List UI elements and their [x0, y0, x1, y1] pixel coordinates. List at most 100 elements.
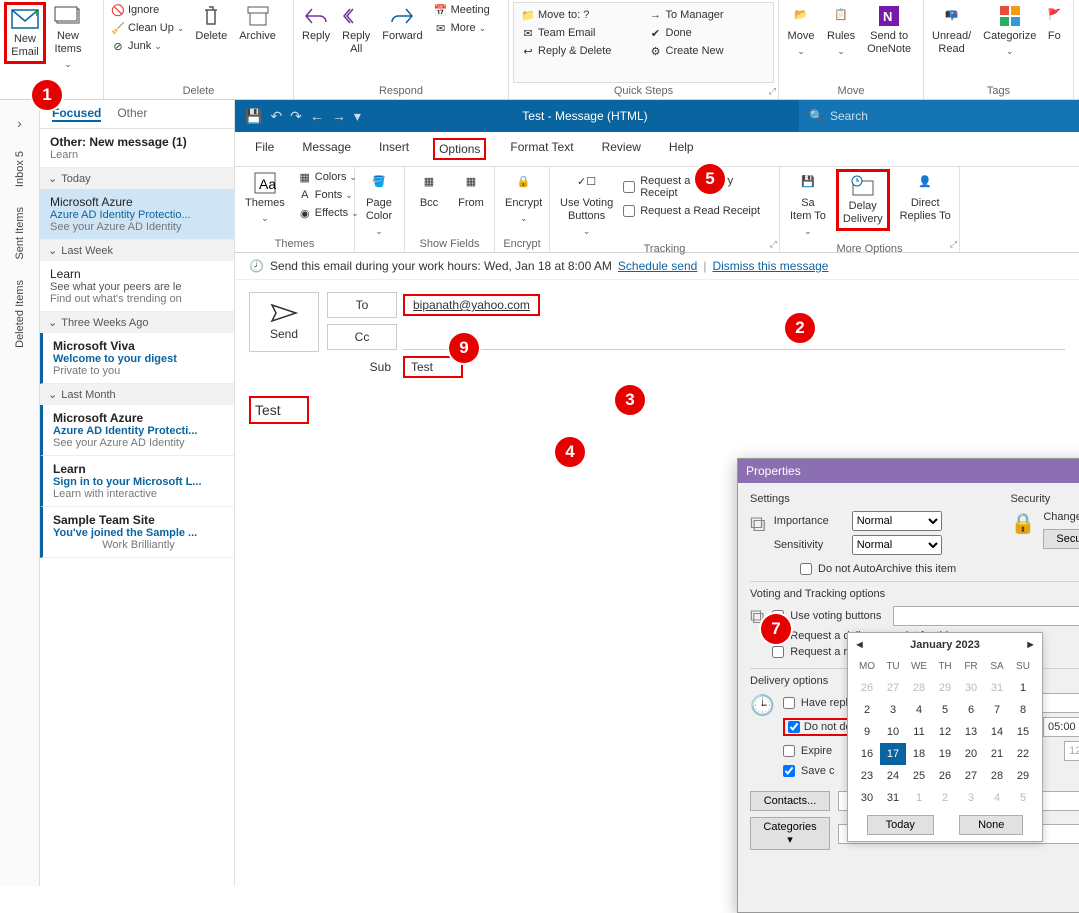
importance-select[interactable]: Normal	[852, 511, 942, 531]
to-recipient[interactable]: bipanath@yahoo.com	[409, 296, 534, 314]
colors-button[interactable]: ▦Colors	[295, 169, 362, 185]
calendar-day[interactable]: 3	[880, 699, 906, 721]
new-email-button[interactable]: + New Email	[4, 2, 46, 64]
calendar-day[interactable]: 5	[932, 699, 958, 721]
section-threeweeks[interactable]: ⌄Three Weeks Ago	[40, 312, 234, 333]
tab-options[interactable]: Options	[433, 138, 486, 160]
autoarchive-checkbox[interactable]	[800, 563, 812, 575]
none-button[interactable]: None	[959, 815, 1023, 835]
calendar-day[interactable]: 10	[880, 721, 906, 743]
calendar-day[interactable]: 31	[984, 677, 1010, 699]
encrypt-button[interactable]: 🔒Encrypt	[501, 169, 546, 227]
calendar-day[interactable]: 18	[906, 743, 932, 765]
list-item[interactable]: Microsoft AzureAzure AD Identity Protect…	[40, 189, 234, 240]
calendar-day[interactable]: 1	[906, 787, 932, 809]
other-inbox-banner[interactable]: Other: New message (1) Learn	[40, 129, 234, 168]
calendar-day[interactable]: 27	[880, 677, 906, 699]
have-replies-checkbox[interactable]	[783, 697, 795, 709]
reply-all-button[interactable]: Reply All	[338, 2, 374, 58]
followup-button[interactable]: 🚩Fo	[1044, 2, 1064, 45]
junk-button[interactable]: ⊘Junk	[108, 38, 187, 54]
calendar-day[interactable]: 25	[906, 765, 932, 787]
redo-icon[interactable]: ↷	[290, 108, 302, 125]
ignore-button[interactable]: 🚫Ignore	[108, 2, 187, 18]
calendar-day[interactable]: 7	[984, 699, 1010, 721]
qs-team-email[interactable]: ✉Team Email	[518, 25, 642, 41]
message-body[interactable]: Test	[249, 396, 309, 424]
read-receipt-checkbox[interactable]: Request a Read Receipt	[623, 205, 773, 217]
calendar-day[interactable]: 2	[932, 787, 958, 809]
calendar-day[interactable]: 5	[1010, 787, 1036, 809]
meeting-button[interactable]: 📅Meeting	[431, 2, 493, 18]
delay-delivery-button[interactable]: Delay Delivery	[836, 169, 890, 231]
cleanup-button[interactable]: 🧹Clean Up	[108, 20, 187, 36]
save-copy-checkbox[interactable]	[783, 765, 795, 777]
dialog-titlebar[interactable]: Properties ✕	[738, 459, 1079, 483]
customize-qat-icon[interactable]: ▾	[354, 108, 361, 125]
calendar-day[interactable]: 14	[984, 721, 1010, 743]
send-onenote-button[interactable]: NSend to OneNote	[863, 2, 915, 58]
calendar-day[interactable]: 17	[880, 743, 906, 765]
dialog-launcher-icon[interactable]: ⤢	[770, 239, 777, 250]
calendar-day[interactable]: 3	[958, 787, 984, 809]
calendar-day[interactable]: 19	[932, 743, 958, 765]
calendar-day[interactable]: 26	[854, 677, 880, 699]
tab-insert[interactable]: Insert	[375, 138, 413, 160]
voting-buttons-input[interactable]	[893, 606, 1079, 626]
tab-other[interactable]: Other	[117, 106, 147, 122]
calendar-day[interactable]: 13	[958, 721, 984, 743]
list-item[interactable]: Sample Team SiteYou've joined the Sample…	[40, 507, 234, 558]
rules-button[interactable]: 📋Rules	[823, 2, 859, 60]
cc-button[interactable]: Cc	[327, 324, 397, 350]
calendar-day[interactable]: 6	[958, 699, 984, 721]
dialog-launcher-icon[interactable]: ⤢	[769, 86, 776, 97]
calendar-day[interactable]: 28	[906, 677, 932, 699]
themes-button[interactable]: AaThemes	[241, 169, 289, 227]
undo-icon[interactable]: ↶	[270, 108, 282, 125]
qs-reply-delete[interactable]: ↩Reply & Delete	[518, 43, 642, 59]
tab-focused[interactable]: Focused	[52, 106, 101, 122]
qs-done[interactable]: ✔Done	[646, 25, 770, 41]
reply-button[interactable]: Reply	[298, 2, 334, 45]
next-icon[interactable]: →	[332, 108, 346, 124]
send-button[interactable]: Send	[249, 292, 319, 352]
unread-read-button[interactable]: 📭Unread/ Read	[928, 2, 975, 58]
calendar-day[interactable]: 23	[854, 765, 880, 787]
calendar-day[interactable]: 15	[1010, 721, 1036, 743]
save-sent-to-button[interactable]: 💾Sa Item To	[786, 169, 830, 241]
calendar-day[interactable]: 16	[854, 743, 880, 765]
search-input[interactable]	[830, 109, 1069, 123]
prev-month-icon[interactable]: ◄	[854, 639, 865, 651]
forward-button[interactable]: Forward	[378, 2, 426, 45]
new-items-button[interactable]: New Items	[50, 2, 86, 74]
save-icon[interactable]: 💾	[245, 108, 262, 125]
tab-file[interactable]: File	[251, 138, 278, 160]
list-item[interactable]: Microsoft AzureAzure AD Identity Protect…	[40, 405, 234, 456]
calendar-day[interactable]: 12	[932, 721, 958, 743]
calendar-day[interactable]: 2	[854, 699, 880, 721]
sent-folder[interactable]: Sent Items	[14, 207, 26, 260]
calendar-day[interactable]: 22	[1010, 743, 1036, 765]
archive-button[interactable]: Archive	[235, 2, 280, 45]
calendar-day[interactable]: 31	[880, 787, 906, 809]
voting-buttons[interactable]: ✓☐Use Voting Buttons	[556, 169, 617, 241]
calendar-day[interactable]: 21	[984, 743, 1010, 765]
section-lastmonth[interactable]: ⌄Last Month	[40, 384, 234, 405]
tab-message[interactable]: Message	[298, 138, 355, 160]
next-month-icon[interactable]: ►	[1025, 639, 1036, 651]
calendar-day[interactable]: 1	[1010, 677, 1036, 699]
today-button[interactable]: Today	[867, 815, 934, 835]
security-settings-button[interactable]: Security Settings...	[1043, 529, 1079, 549]
calendar-day[interactable]: 11	[906, 721, 932, 743]
from-button[interactable]: ▦From	[453, 169, 489, 212]
effects-button[interactable]: ◉Effects	[295, 205, 362, 221]
qs-to-manager[interactable]: →To Manager	[646, 7, 770, 23]
schedule-send-link[interactable]: Schedule send	[618, 259, 697, 273]
categorize-button[interactable]: Categorize	[979, 2, 1040, 60]
fonts-button[interactable]: AFonts	[295, 187, 362, 203]
section-lastweek[interactable]: ⌄Last Week	[40, 240, 234, 261]
calendar-day[interactable]: 20	[958, 743, 984, 765]
direct-replies-button[interactable]: 👤Direct Replies To	[896, 169, 955, 225]
search-box[interactable]: 🔍	[799, 100, 1079, 132]
to-button[interactable]: To	[327, 292, 397, 318]
